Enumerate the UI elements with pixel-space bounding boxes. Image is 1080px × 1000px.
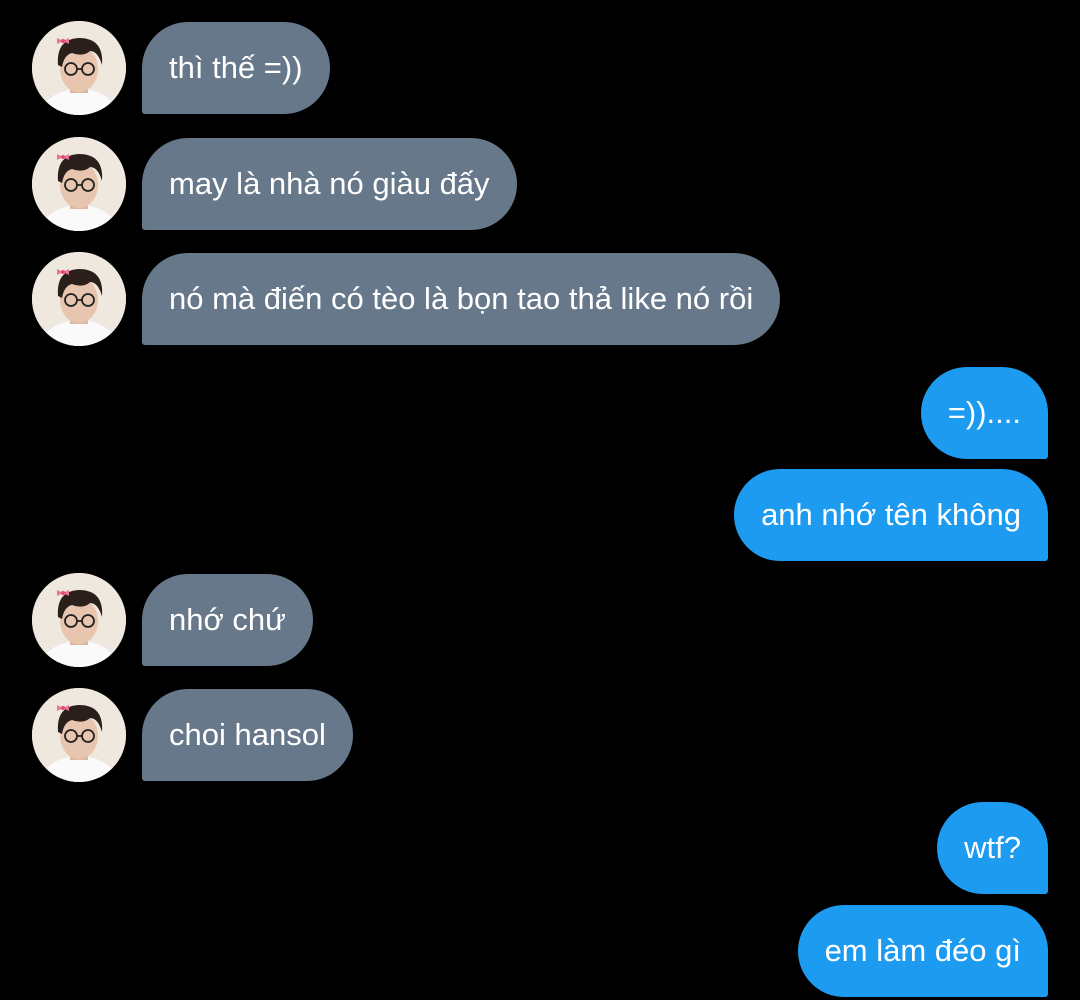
message-text: nhớ chứ [169,602,286,637]
message-row-outgoing: em làm đéo gì [0,905,1080,997]
contact-avatar[interactable] [32,137,126,231]
incoming-message-bubble[interactable]: may là nhà nó giàu đấy [142,138,517,230]
chat-thread: thì thế =)) may là nhà nó giàu đấy nó mà… [0,0,1080,1000]
avatar-portrait-icon [32,688,126,782]
outgoing-message-bubble[interactable]: anh nhớ tên không [734,469,1048,561]
message-row-incoming: may là nhà nó giàu đấy [0,137,1080,231]
avatar-portrait-icon [32,252,126,346]
contact-avatar[interactable] [32,688,126,782]
contact-avatar[interactable] [32,252,126,346]
message-row-outgoing: anh nhớ tên không [0,469,1080,561]
contact-avatar[interactable] [32,573,126,667]
incoming-message-bubble[interactable]: nó mà điến có tèo là bọn tao thả like nó… [142,253,781,345]
message-row-incoming: nhớ chứ [0,573,1080,667]
message-row-incoming: thì thế =)) [0,21,1080,115]
avatar-portrait-icon [32,21,126,115]
message-row-incoming: nó mà điến có tèo là bọn tao thả like nó… [0,252,1080,346]
incoming-message-bubble[interactable]: choi hansol [142,689,353,781]
message-text: may là nhà nó giàu đấy [169,166,490,201]
message-text: nó mà điến có tèo là bọn tao thả like nó… [169,281,754,316]
outgoing-message-bubble[interactable]: em làm đéo gì [797,905,1048,997]
message-text: em làm đéo gì [824,933,1021,968]
message-text: thì thế =)) [169,50,303,85]
message-row-outgoing: wtf? [0,802,1080,894]
message-text: =)).... [947,395,1021,430]
outgoing-message-bubble[interactable]: wtf? [937,802,1048,894]
message-text: wtf? [964,830,1021,865]
contact-avatar[interactable] [32,21,126,115]
avatar-portrait-icon [32,573,126,667]
avatar-portrait-icon [32,137,126,231]
outgoing-message-bubble[interactable]: =)).... [920,367,1048,459]
incoming-message-bubble[interactable]: thì thế =)) [142,22,330,114]
message-text: anh nhớ tên không [761,497,1021,532]
message-text: choi hansol [169,717,326,752]
message-row-outgoing: =)).... [0,367,1080,459]
incoming-message-bubble[interactable]: nhớ chứ [142,574,313,666]
message-row-incoming: choi hansol [0,688,1080,782]
